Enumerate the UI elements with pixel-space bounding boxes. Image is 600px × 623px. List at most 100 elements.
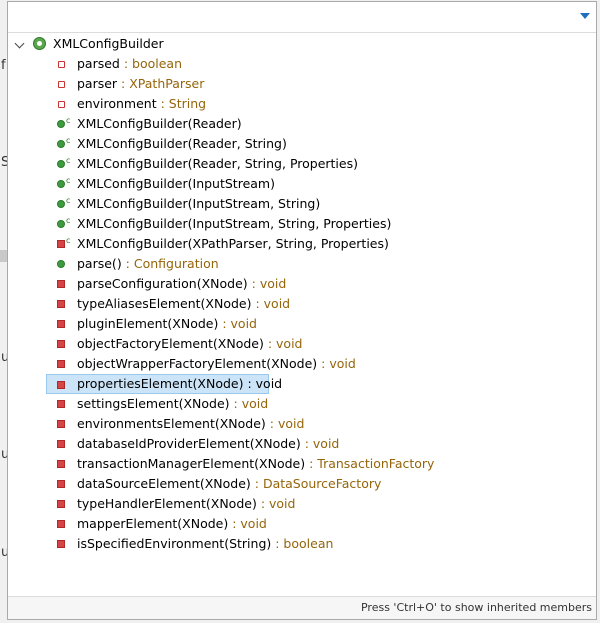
member-label: XMLConfigBuilder(Reader, String, Propert… (77, 154, 358, 174)
inherited-members-hint: Press 'Ctrl+O' to show inherited members (360, 601, 592, 614)
member-type: : void (228, 516, 267, 531)
outline-member-row[interactable]: c XMLConfigBuilder(InputStream, String) (49, 194, 589, 214)
member-name: parse() (77, 256, 122, 271)
private-method-icon (57, 440, 65, 448)
outline-member-row[interactable]: pluginElement(XNode) : void (49, 314, 589, 334)
outline-member-row[interactable]: c XMLConfigBuilder(Reader, String, Proper… (49, 154, 589, 174)
member-label: isSpecifiedEnvironment(String) : boolean (77, 534, 333, 554)
public-constructor-icon (57, 180, 65, 188)
member-label: parsed : boolean (77, 54, 182, 74)
outline-member-row[interactable]: isSpecifiedEnvironment(String) : boolean (49, 534, 589, 554)
member-label: pluginElement(XNode) : void (77, 314, 257, 334)
member-label: XMLConfigBuilder(InputStream, String, Pr… (77, 214, 391, 234)
private-method-icon (57, 500, 65, 508)
outline-member-row[interactable]: typeAliasesElement(XNode) : void (49, 294, 589, 314)
member-name: XMLConfigBuilder(InputStream) (77, 176, 275, 191)
member-type: : void (300, 436, 340, 451)
outline-member-row[interactable]: objectFactoryElement(XNode) : void (49, 334, 589, 354)
member-name: databaseIdProviderElement(XNode) (77, 436, 301, 451)
member-name: environmentsElement(XNode) (77, 416, 266, 431)
view-menu-arrow-icon[interactable] (580, 13, 590, 19)
outline-member-row[interactable]: parseConfiguration(XNode) : void (49, 274, 589, 294)
member-label: transactionManagerElement(XNode) : Trans… (77, 454, 434, 474)
member-label: typeAliasesElement(XNode) : void (77, 294, 290, 314)
member-type: : DataSourceFactory (250, 476, 382, 491)
constructor-badge-icon: c (66, 216, 71, 225)
status-footer: Press 'Ctrl+O' to show inherited members (8, 596, 596, 619)
outline-member-row[interactable]: dataSourceElement(XNode) : DataSourceFac… (49, 474, 589, 494)
member-name: XMLConfigBuilder(InputStream, String) (77, 196, 321, 211)
member-label: settingsElement(XNode) : void (77, 394, 268, 414)
member-type: : void (247, 276, 287, 291)
outline-member-row[interactable]: c XMLConfigBuilder(XPathParser, String, P… (49, 234, 589, 254)
member-name: XMLConfigBuilder(InputStream, String, Pr… (77, 216, 392, 231)
quick-outline-popup: XMLConfigBuilder parsed : boolean parser … (7, 1, 597, 620)
member-name: propertiesElement(XNode) (77, 376, 244, 391)
member-label: XMLConfigBuilder(XPathParser, String, Pr… (77, 234, 389, 254)
member-name: XMLConfigBuilder(XPathParser, String, Pr… (77, 236, 389, 251)
constructor-badge-icon: c (66, 136, 71, 145)
member-label: objectFactoryElement(XNode) : void (77, 334, 303, 354)
member-name: typeHandlerElement(XNode) (77, 496, 257, 511)
member-type: : void (263, 336, 303, 351)
member-label: databaseIdProviderElement(XNode) : void (77, 434, 339, 454)
outline-member-row[interactable]: c XMLConfigBuilder(Reader, String) (49, 134, 589, 154)
outline-member-row[interactable]: environment : String (49, 94, 589, 114)
outline-member-row[interactable]: environmentsElement(XNode) : void (49, 414, 589, 434)
private-method-icon (57, 460, 65, 468)
member-type: : void (229, 396, 269, 411)
member-label: XMLConfigBuilder(Reader) (77, 114, 242, 134)
outline-member-row[interactable]: databaseIdProviderElement(XNode) : void (49, 434, 589, 454)
outline-member-row[interactable]: c XMLConfigBuilder(Reader) (49, 114, 589, 134)
private-method-icon (57, 381, 65, 389)
background-editor-glyph: f (1, 58, 6, 73)
member-name: parsed (77, 56, 120, 71)
public-method-icon (57, 260, 65, 268)
outline-member-row[interactable]: transactionManagerElement(XNode) : Trans… (49, 454, 589, 474)
outline-member-row[interactable]: c XMLConfigBuilder(InputStream, String, P… (49, 214, 589, 234)
member-name: environment (77, 96, 157, 111)
member-name: objectFactoryElement(XNode) (77, 336, 264, 351)
member-label: parser : XPathParser (77, 74, 204, 94)
member-type: : XPathParser (117, 76, 205, 91)
member-name: parser (77, 76, 118, 91)
public-constructor-icon (57, 120, 65, 128)
member-type: : boolean (119, 56, 183, 71)
outline-member-row[interactable]: mapperElement(XNode) : void (49, 514, 589, 534)
outline-member-row[interactable]: parser : XPathParser (49, 74, 589, 94)
outline-member-row[interactable]: propertiesElement(XNode) : void (46, 374, 282, 394)
outline-member-row[interactable]: settingsElement(XNode) : void (49, 394, 589, 414)
member-name: isSpecifiedEnvironment(String) (77, 536, 272, 551)
outline-member-row[interactable]: parsed : boolean (49, 54, 589, 74)
member-label: XMLConfigBuilder(Reader, String) (77, 134, 287, 154)
private-field-icon (58, 81, 65, 88)
outline-member-row[interactable]: objectWrapperFactoryElement(XNode) : voi… (49, 354, 589, 374)
collapse-arrow-icon[interactable] (14, 38, 25, 49)
member-name: typeAliasesElement(XNode) (77, 296, 252, 311)
member-type: : void (256, 496, 296, 511)
member-name: transactionManagerElement(XNode) (77, 456, 306, 471)
public-constructor-icon (57, 220, 65, 228)
member-type: : boolean (271, 536, 334, 551)
public-constructor-icon (57, 140, 65, 148)
member-label: environment : String (77, 94, 206, 114)
background-editor-marker (0, 250, 7, 262)
outline-member-row[interactable]: c XMLConfigBuilder(InputStream) (49, 174, 589, 194)
private-constructor-icon (57, 240, 65, 248)
member-label: objectWrapperFactoryElement(XNode) : voi… (77, 354, 356, 374)
constructor-badge-icon: c (66, 196, 71, 205)
member-label: XMLConfigBuilder(InputStream, String) (77, 194, 320, 214)
private-method-icon (57, 540, 65, 548)
member-label: environmentsElement(XNode) : void (77, 414, 304, 434)
outline-root-class[interactable]: XMLConfigBuilder (14, 34, 214, 54)
member-label: typeHandlerElement(XNode) : void (77, 494, 295, 514)
private-method-icon (57, 300, 65, 308)
outline-member-row[interactable]: typeHandlerElement(XNode) : void (49, 494, 589, 514)
member-type: : void (317, 356, 356, 371)
member-label: parse() : Configuration (77, 254, 219, 274)
member-name: XMLConfigBuilder(Reader) (77, 116, 242, 131)
filter-input[interactable] (12, 6, 574, 28)
outline-member-row[interactable]: parse() : Configuration (49, 254, 589, 274)
member-name: parseConfiguration(XNode) (77, 276, 248, 291)
private-method-icon (57, 400, 65, 408)
